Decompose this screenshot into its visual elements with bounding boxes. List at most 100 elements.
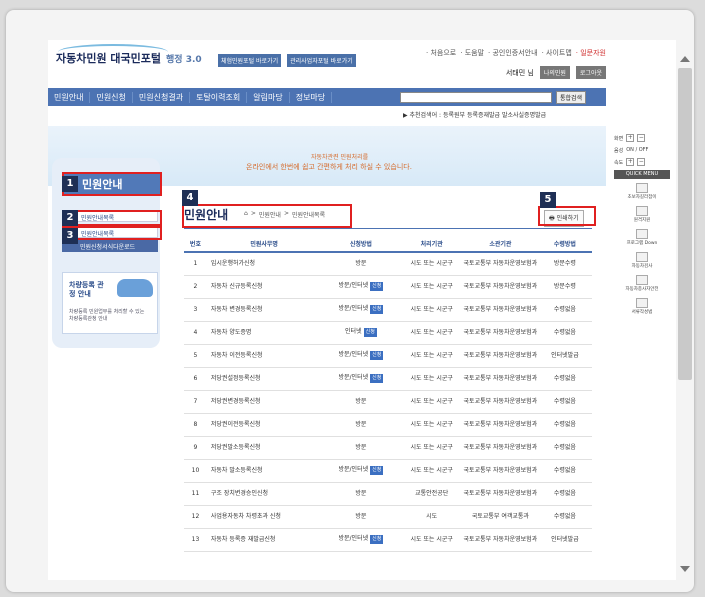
table-row[interactable]: 7 저당권변경등록신청 방문 시도 또는 시군구 국토교통부 자동차운영보험과 수령없음 [184,390,592,414]
quick-inspection[interactable]: 자동차검사 [614,252,670,269]
table-row[interactable]: 13 자동차 등록증 재발급신청 방문/인터넷 신청 시도 또는 시군구 국토교통부 자동… [184,528,592,552]
vertical-scrollbar[interactable] [676,50,694,578]
cell-service-name-text: 자동차 말소등록신청 [210,467,263,474]
cell-no-text: 11 [191,490,200,497]
search-button[interactable]: 통합검색 [556,91,587,104]
table-row[interactable]: 2 자동차 신규등록신청 방문/인터넷 신청 시도 또는 시군구 국토교통부 자동차운영보… [184,275,592,299]
cell-service-name[interactable]: 임시운행허가신청 [206,252,322,276]
cell-receive: 수령없음 [537,436,592,460]
cell-service-name[interactable]: 자동차 말소등록신청 [206,459,322,483]
quick-forms[interactable]: 서류작성법 [614,298,670,315]
cell-service-name[interactable]: 자동차 이전등록신청 [206,344,322,368]
apply-tag[interactable]: 신청 [370,282,384,291]
topnav-special[interactable]: · 일문자원 [576,48,606,58]
cell-service-name[interactable]: 저당권설정등록신청 [206,367,322,391]
table-row[interactable]: 6 저당권설정등록신청 방문/인터넷 신청 시도 또는 시군구 국토교통부 자동차운영보험… [184,367,592,391]
cell-agency-text: 시도 또는 시군구 [410,306,453,313]
menu-result[interactable]: 민원신청결과 [133,91,191,103]
table-body: 1 임시운행허가신청 방문 시도 또는 시군구 국토교통부 자동차운영보험과 방문수령 2 자… [184,252,592,552]
cell-owner-text: 국토교통부 자동차운영보험과 [463,444,538,451]
cell-owner: 국토교통부 자동차운영보험과 [462,367,538,391]
apply-tag[interactable]: 신청 [363,328,377,337]
table-row[interactable]: 9 저당권말소등록신청 방문 시도 또는 시군구 국토교통부 자동차운영보험과 수령없음 [184,436,592,460]
zoom-in-button[interactable]: + [626,134,635,142]
apply-tag[interactable]: 신청 [370,305,384,314]
table-row[interactable]: 4 자동차 양도증명 인터넷 신청 시도 또는 시군구 국토교통부 자동차운영보험과 수령없… [184,321,592,345]
cell-service-name[interactable]: 저당권말소등록신청 [206,436,322,460]
shortcut-button-a[interactable]: 체험민원포털 바로가기 [218,54,282,67]
cell-service-name[interactable]: 자동차 양도증명 [206,321,322,345]
cell-no-text: 2 [193,283,198,290]
menu-history[interactable]: 토탈이력조회 [190,91,248,103]
cell-service-name[interactable]: 저당권이전등록신청 [206,413,322,437]
topnav-home[interactable]: · 처음으로 [426,48,456,58]
cell-method-text: 방문 [355,421,367,428]
logout-button[interactable]: 로그아웃 [575,66,606,79]
form-icon [636,298,648,308]
table-row[interactable]: 10 자동차 말소등록신청 방문/인터넷 신청 시도 또는 시군구 국토교통부 자동차운영… [184,459,592,483]
zoom-out-button[interactable]: − [637,134,646,142]
table-row[interactable]: 1 임시운행허가신청 방문 시도 또는 시군구 국토교통부 자동차운영보험과 방문수령 [184,252,592,276]
cell-service-name[interactable]: 자동차 변경등록신청 [206,298,322,322]
cell-service-name-text: 자동차 이전등록신청 [210,352,263,359]
search-input[interactable] [400,92,552,103]
cell-service-name[interactable]: 구조 장치변경승인신청 [206,482,322,506]
cell-no: 10 [184,459,207,483]
quick-guide-label: 초보자길라잡이 [627,195,657,200]
cell-receive-text: 인터넷발급 [551,536,579,543]
apply-tag[interactable]: 신청 [370,466,384,475]
cell-no-text: 10 [191,467,200,474]
table-row[interactable]: 8 저당권이전등록신청 방문 시도 또는 시군구 국토교통부 자동차운영보험과 수령없음 [184,413,592,437]
cell-no: 4 [184,321,207,345]
cell-service-name[interactable]: 자동차 신규등록신청 [206,275,322,299]
topnav-cert[interactable]: · 공인인증서안내 [488,48,538,58]
quick-download[interactable]: 프로그램 Down [614,229,670,246]
table-row[interactable]: 5 자동차 이전등록신청 방문/인터넷 신청 시도 또는 시군구 국토교통부 자동차운영보… [184,344,592,368]
registration-office-banner[interactable]: 차량등록 관정 안내 차량등록 민원업무를 처리할 수 있는 차량등록관청 안내 [62,272,158,334]
cell-service-name[interactable]: 자동차 등록증 재발급신청 [206,528,322,552]
menu-guide[interactable]: 민원안내 [48,91,91,103]
cell-method-text: 방문/인터넷 [338,466,369,473]
menu-apply[interactable]: 민원신청 [90,91,133,103]
speed-up-button[interactable]: + [626,158,635,166]
table-row[interactable]: 12 사업용자동차 차령초과 신청 방문 시도 국토교통부 여객교통과 수령없음 [184,505,592,529]
quick-guide[interactable]: 초보자길라잡이 [614,183,670,200]
apply-tag[interactable]: 신청 [370,374,384,383]
menu-notice[interactable]: 알림마당 [247,91,290,103]
recommended-keywords[interactable]: ▶ 추천검색어 : 등록원부 등록증재발급 말소사실증명발급 [403,110,546,119]
cell-receive: 인터넷발급 [537,344,592,368]
quick-remote[interactable]: 원격지원 [614,206,670,223]
cell-owner-text: 국토교통부 자동차운영보험과 [463,283,538,290]
cell-owner-text: 국토교통부 여객교통과 [471,513,529,520]
web-page: 자동차민원 대국민포털 행정 3.0 체험민원포털 바로가기 관리사업자포털 바… [48,40,676,580]
voice-control: 음성 ON / OFF [614,146,670,154]
quick-safety[interactable]: 자동차종사자안전 [614,275,670,292]
cell-receive: 수령없음 [537,482,592,506]
cell-service-name[interactable]: 사업용자동차 차령초과 신청 [206,505,322,529]
topnav-sitemap[interactable]: · 사이트맵 [542,48,572,58]
cell-agency: 시도 또는 시군구 [400,390,463,414]
cell-agency-text: 시도 또는 시군구 [410,260,453,268]
gov3-logo: 행정 3.0 [166,55,202,65]
shortcut-button-b[interactable]: 관리사업자포털 바로가기 [287,54,356,67]
site-logo[interactable]: 자동차민원 대국민포털 [56,50,161,66]
cell-owner: 국토교통부 자동차운영보험과 [462,390,538,414]
menu-info[interactable]: 정보마당 [290,91,333,103]
table-row[interactable]: 3 자동차 변경등록신청 방문/인터넷 신청 시도 또는 시군구 국토교통부 자동차운영보… [184,298,592,322]
cell-service-name[interactable]: 저당권변경등록신청 [206,390,322,414]
scroll-up-icon[interactable] [680,56,690,62]
voice-toggle[interactable]: ON / OFF [626,147,648,153]
annotation-box-4 [182,204,352,228]
apply-tag[interactable]: 신청 [370,535,384,544]
cell-owner: 국토교통부 자동차운영보험과 [462,482,538,506]
cell-receive-text: 수령없음 [553,421,576,428]
speed-down-button[interactable]: − [637,158,646,166]
table-row[interactable]: 11 구조 장치변경승인신청 방문 교통안전공단 국토교통부 자동차운영보험과 수령없음 [184,482,592,506]
col-header-receive: 수령방법 [537,236,592,253]
apply-tag[interactable]: 신청 [370,351,384,360]
scroll-thumb[interactable] [678,68,692,380]
scroll-down-icon[interactable] [680,566,690,572]
my-civil-button[interactable]: 나의민원 [539,66,570,79]
cell-owner: 국토교통부 자동차운영보험과 [462,275,538,299]
topnav-help[interactable]: · 도움말 [460,48,484,58]
